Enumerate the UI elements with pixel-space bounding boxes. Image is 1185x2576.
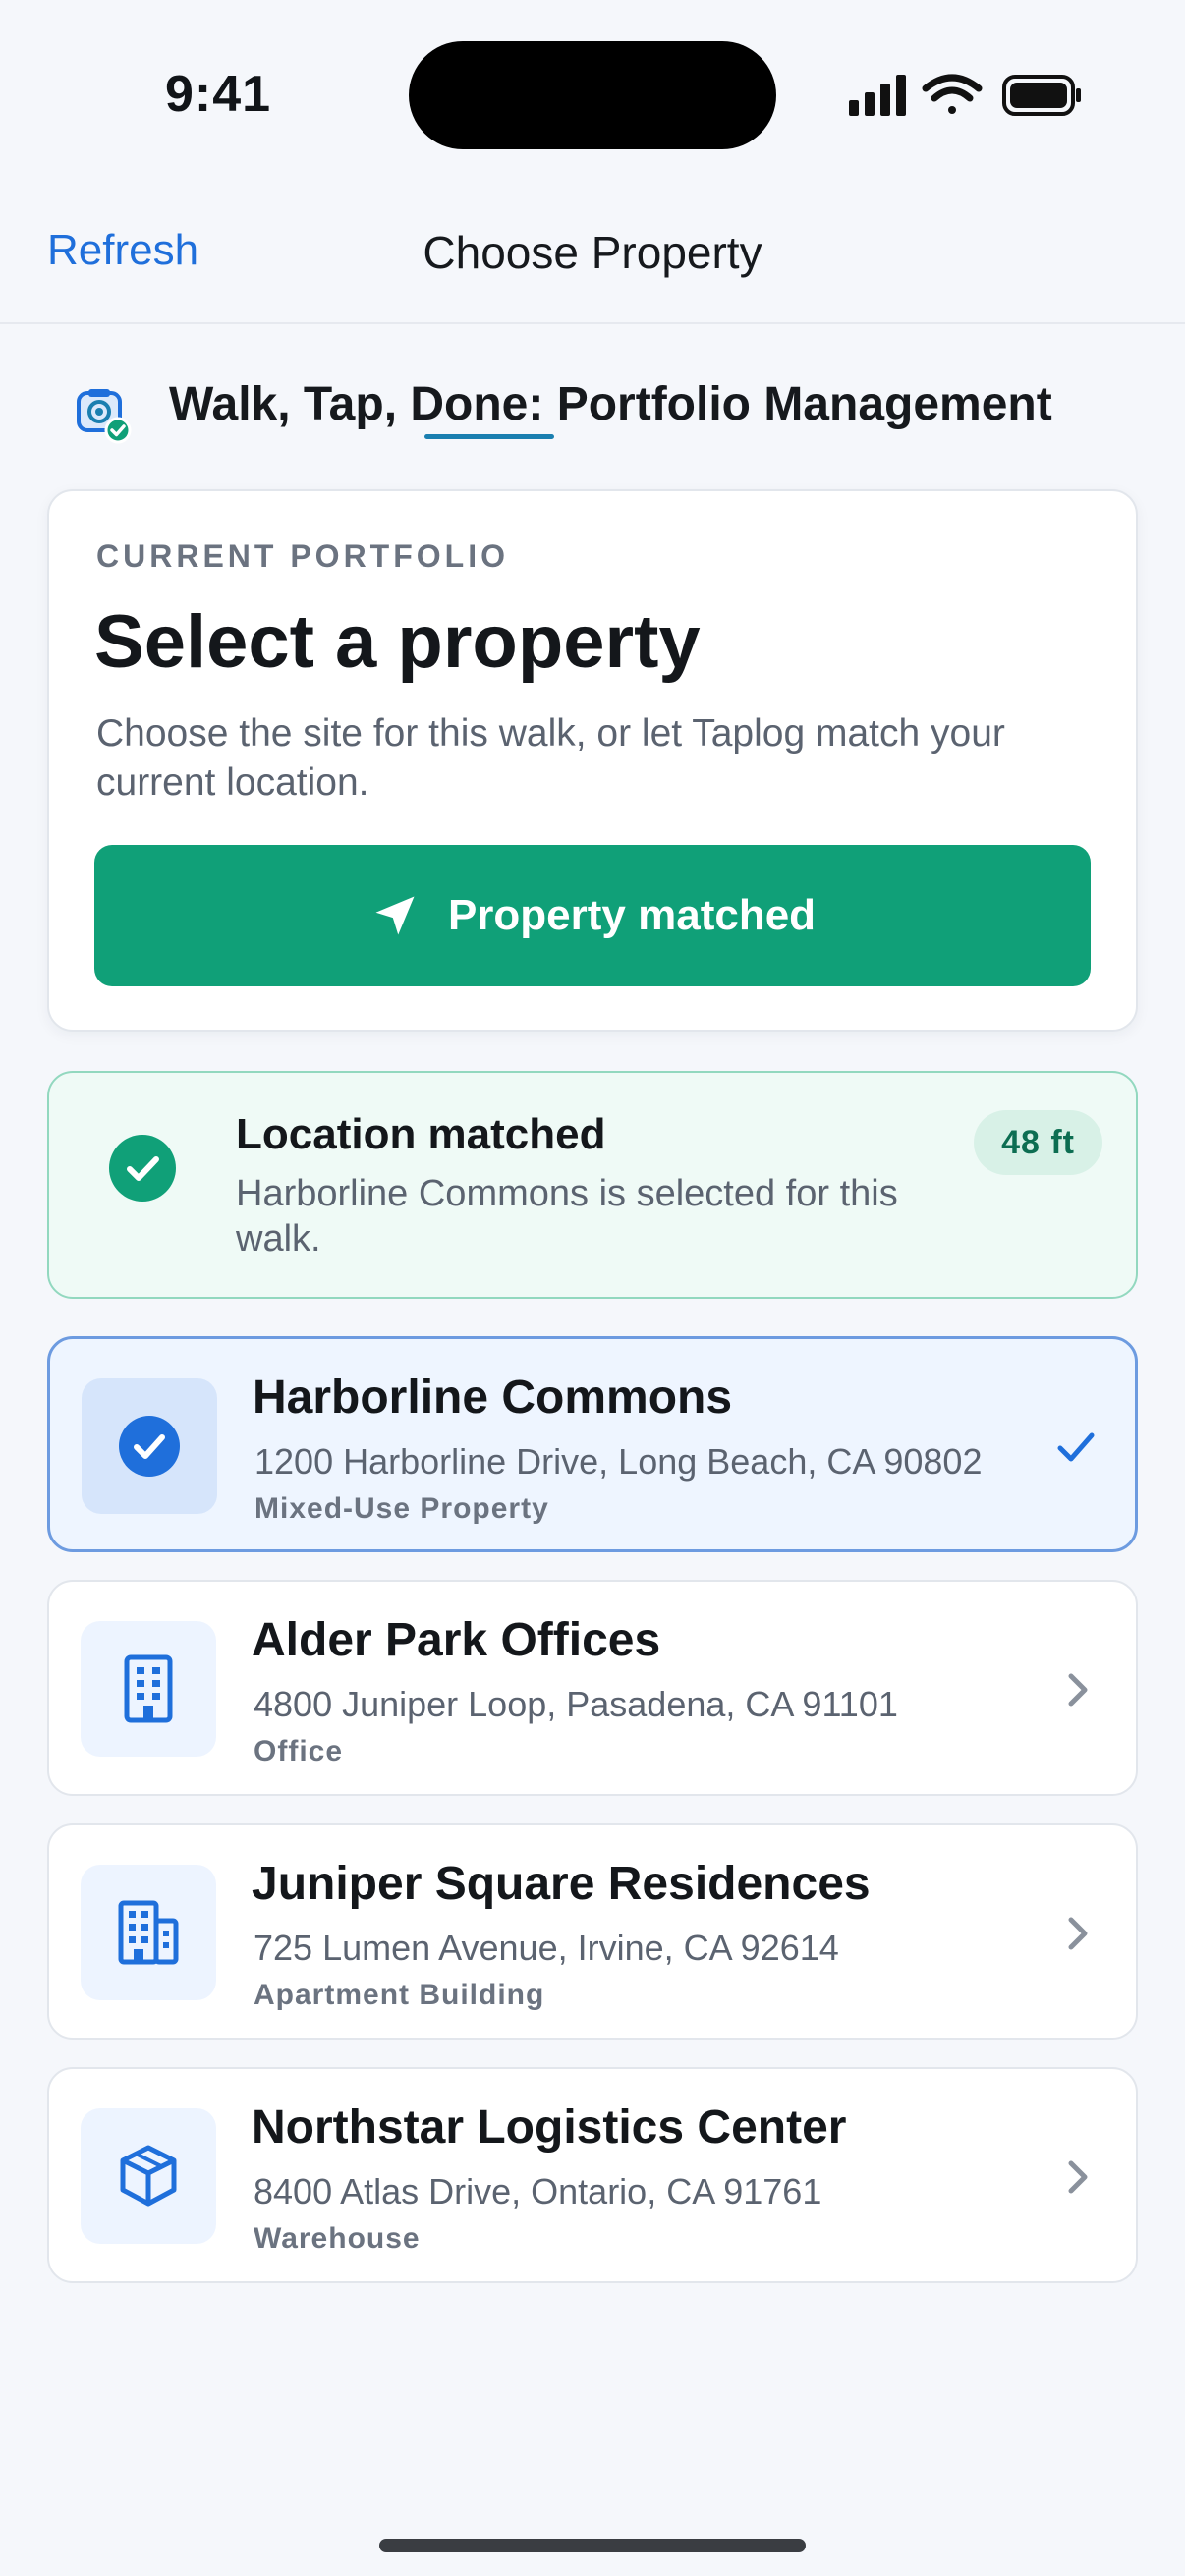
taplog-logo-icon <box>77 389 132 444</box>
property-row-harborline-commons[interactable]: Harborline Commons 1200 Harborline Drive… <box>47 1336 1138 1552</box>
property-icon-container <box>82 1378 217 1514</box>
portfolio-eyebrow: CURRENT PORTFOLIO <box>96 538 509 574</box>
property-address: 725 Lumen Avenue, Irvine, CA 92614 <box>254 1928 839 1968</box>
checkmark-icon <box>1057 1432 1095 1462</box>
property-matched-label: Property matched <box>447 891 817 939</box>
wifi-icon <box>922 74 983 114</box>
status-icons <box>849 74 1081 116</box>
apartment-building-icon <box>118 1900 179 1965</box>
app-header: Walk, Tap, Done: Portfolio Management <box>0 365 1185 444</box>
property-name: Harborline Commons <box>253 1372 733 1424</box>
app-title: Walk, Tap, Done: Portfolio Management <box>169 378 1052 430</box>
property-name: Northstar Logistics Center <box>252 2101 847 2154</box>
property-matched-button[interactable]: Property matched <box>94 845 1091 986</box>
check-circle-icon <box>109 1135 176 1202</box>
property-address: 8400 Atlas Drive, Ontario, CA 91761 <box>254 2171 822 2212</box>
portfolio-description: Choose the site for this walk, or let Ta… <box>96 712 1005 804</box>
cellular-signal-icon <box>849 75 906 116</box>
property-icon-container <box>81 2108 216 2244</box>
title-underline <box>424 434 554 439</box>
property-row-juniper-square-residences[interactable]: Juniper Square Residences 725 Lumen Aven… <box>47 1823 1138 2040</box>
office-building-icon <box>124 1654 173 1723</box>
chevron-right-icon <box>1068 1673 1088 1707</box>
check-circle-icon <box>119 1416 180 1477</box>
property-type: Warehouse <box>254 2222 421 2255</box>
property-icon-container <box>81 1621 216 1757</box>
property-row-northstar-logistics-center[interactable]: Northstar Logistics Center 8400 Atlas Dr… <box>47 2067 1138 2283</box>
property-name: Juniper Square Residences <box>252 1858 871 1910</box>
home-indicator[interactable] <box>379 2539 806 2552</box>
property-type: Mixed-Use Property <box>254 1492 549 1525</box>
status-time: 9:41 <box>165 66 272 123</box>
dynamic-island <box>409 41 776 149</box>
portfolio-heading: Select a property <box>94 600 701 684</box>
chevron-right-icon <box>1068 1917 1088 1950</box>
refresh-button[interactable]: Refresh <box>47 226 198 275</box>
property-icon-container <box>81 1865 216 2000</box>
property-address: 4800 Juniper Loop, Pasadena, CA 91101 <box>254 1684 898 1724</box>
status-bar: 9:41 <box>0 0 1185 187</box>
chevron-right-icon <box>1068 2160 1088 2194</box>
property-address: 1200 Harborline Drive, Long Beach, CA 90… <box>254 1441 983 1482</box>
choose-property-screen: 9:41 Choose Property Refresh Walk, Tap, … <box>0 0 1185 2576</box>
location-matched-banner: Location matched Harborline Commons is s… <box>47 1071 1138 1299</box>
property-row-alder-park-offices[interactable]: Alder Park Offices 4800 Juniper Loop, Pa… <box>47 1580 1138 1796</box>
navigation-bar: Choose Property Refresh <box>0 187 1185 324</box>
property-name: Alder Park Offices <box>252 1614 661 1666</box>
battery-icon <box>1002 75 1081 116</box>
location-arrow-icon <box>375 896 415 935</box>
location-matched-title: Location matched <box>236 1110 606 1158</box>
property-type: Apartment Building <box>254 1979 545 2011</box>
package-box-icon <box>120 2145 177 2207</box>
distance-badge: 48 ft <box>974 1110 1102 1175</box>
portfolio-card: CURRENT PORTFOLIO Select a property Choo… <box>47 489 1138 1032</box>
property-type: Office <box>254 1735 344 1767</box>
location-matched-description: Harborline Commons is selected for this … <box>236 1173 898 1260</box>
